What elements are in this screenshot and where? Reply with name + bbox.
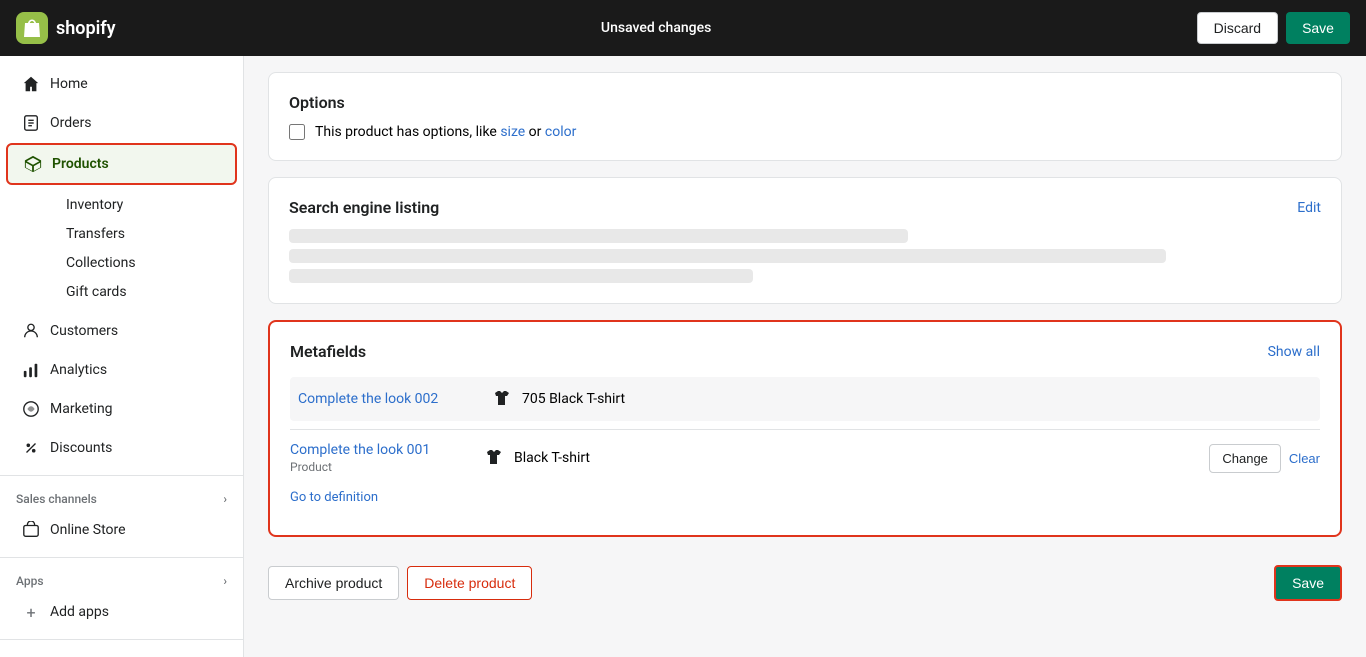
discounts-label: Discounts (50, 440, 112, 456)
color-link[interactable]: color (545, 124, 576, 140)
sidebar-item-gift-cards[interactable]: Gift cards (50, 278, 237, 306)
metafield-001-sublabel: Product (290, 460, 470, 474)
seo-header: Search engine listing Edit (289, 198, 1321, 217)
marketing-label: Marketing (50, 401, 113, 417)
orders-label: Orders (50, 115, 92, 131)
sidebar-item-add-apps[interactable]: + Add apps (6, 593, 237, 631)
save-bottom-button[interactable]: Save (1274, 565, 1342, 601)
delete-product-button[interactable]: Delete product (407, 566, 532, 600)
sidebar-item-products[interactable]: Products (6, 143, 237, 185)
archive-product-button[interactable]: Archive product (268, 566, 399, 600)
home-label: Home (50, 76, 88, 92)
customers-icon (22, 322, 40, 340)
seo-line-1 (289, 229, 908, 243)
options-label: This product has options, like size or c… (315, 124, 576, 140)
seo-edit-link[interactable]: Edit (1297, 200, 1321, 216)
sidebar-divider-3 (0, 639, 243, 640)
analytics-icon (22, 361, 40, 379)
bottom-left-actions: Archive product Delete product (268, 566, 532, 600)
sales-channels-label: Sales channels (16, 492, 97, 506)
metafield-001-label-area: Complete the look 001 Product (290, 442, 470, 474)
sidebar: Home Orders Products Inventory Transfers (0, 56, 244, 657)
sidebar-item-online-store[interactable]: Online Store (6, 511, 237, 549)
sidebar-item-marketing[interactable]: Marketing (6, 390, 237, 428)
main-content: Options This product has options, like s… (244, 56, 1366, 657)
chevron-right-icon: › (223, 492, 227, 506)
sidebar-item-orders[interactable]: Orders (6, 104, 237, 142)
sidebar-item-customers[interactable]: Customers (6, 312, 237, 350)
tshirt-001-icon (482, 446, 506, 470)
analytics-label: Analytics (50, 362, 107, 378)
options-checkbox[interactable] (289, 124, 305, 140)
save-top-button[interactable]: Save (1286, 12, 1350, 44)
settings-area: Settings (0, 639, 243, 657)
clear-button[interactable]: Clear (1289, 451, 1320, 466)
metafield-row-001: Complete the look 001 Product Black T-sh… (290, 429, 1320, 515)
shopify-bag-icon (16, 12, 48, 44)
metafield-002-value-area: 705 Black T-shirt (490, 387, 1312, 411)
seo-preview (289, 229, 1321, 283)
go-to-definition-link[interactable]: Go to definition (290, 490, 378, 505)
topbar-title: Unsaved changes (601, 20, 711, 36)
metafield-002-value: 705 Black T-shirt (522, 391, 625, 407)
sidebar-item-analytics[interactable]: Analytics (6, 351, 237, 389)
show-all-link[interactable]: Show all (1268, 344, 1320, 360)
metafield-002-content: Complete the look 002 705 Black T-shirt (298, 387, 1312, 411)
shopify-text: shopify (56, 18, 116, 39)
size-link[interactable]: size (500, 124, 525, 140)
tshirt-002-icon (490, 387, 514, 411)
sidebar-item-discounts[interactable]: Discounts (6, 429, 237, 467)
plus-icon: + (22, 603, 40, 621)
metafield-002-label[interactable]: Complete the look 002 (298, 391, 478, 407)
metafield-001-value-area: Black T-shirt (482, 446, 1197, 470)
seo-card: Search engine listing Edit (268, 177, 1342, 304)
customers-label: Customers (50, 323, 118, 339)
add-apps-label: Add apps (50, 604, 109, 620)
metafield-001-label[interactable]: Complete the look 001 (290, 442, 430, 458)
options-card: Options This product has options, like s… (268, 72, 1342, 161)
sidebar-divider (0, 475, 243, 476)
sidebar-item-transfers[interactable]: Transfers (50, 220, 237, 248)
sales-channels-section: Sales channels › (0, 484, 243, 510)
home-icon (22, 75, 40, 93)
shopify-logo: shopify (16, 12, 116, 44)
apps-label: Apps (16, 574, 44, 588)
apps-section: Apps › (0, 566, 243, 592)
sidebar-item-collections[interactable]: Collections (50, 249, 237, 277)
sidebar-item-home[interactable]: Home (6, 65, 237, 103)
metafields-title: Metafields (290, 342, 366, 361)
seo-line-3 (289, 269, 753, 283)
seo-title: Search engine listing (289, 198, 439, 217)
marketing-icon (22, 400, 40, 418)
bottom-actions: Archive product Delete product Save (268, 553, 1342, 613)
products-label: Products (52, 156, 109, 172)
sidebar-divider-2 (0, 557, 243, 558)
metafield-001-actions: Change Clear (1209, 444, 1320, 473)
topbar: shopify Unsaved changes Discard Save (0, 0, 1366, 56)
metafields-header: Metafields Show all (290, 342, 1320, 361)
online-store-label: Online Store (50, 522, 126, 538)
online-store-icon (22, 521, 40, 539)
discounts-icon (22, 439, 40, 457)
products-icon (24, 155, 42, 173)
layout: Home Orders Products Inventory Transfers (0, 56, 1366, 657)
metafield-001-row-main: Complete the look 001 Product Black T-sh… (290, 442, 1320, 474)
orders-icon (22, 114, 40, 132)
metafields-card: Metafields Show all Complete the look 00… (268, 320, 1342, 537)
metafield-row-002: Complete the look 002 705 Black T-shirt (290, 377, 1320, 421)
options-checkbox-row: This product has options, like size or c… (289, 124, 1321, 140)
options-title: Options (289, 93, 1321, 112)
discard-button[interactable]: Discard (1197, 12, 1278, 44)
chevron-right-icon-2: › (223, 574, 227, 588)
metafield-001-value: Black T-shirt (514, 450, 590, 466)
change-button[interactable]: Change (1209, 444, 1281, 473)
seo-line-2 (289, 249, 1166, 263)
topbar-left: shopify (16, 12, 116, 44)
sidebar-item-settings[interactable]: Settings (6, 648, 237, 657)
sidebar-item-inventory[interactable]: Inventory (50, 191, 237, 219)
topbar-actions: Discard Save (1197, 12, 1350, 44)
sidebar-sub-products: Inventory Transfers Collections Gift car… (0, 186, 243, 311)
